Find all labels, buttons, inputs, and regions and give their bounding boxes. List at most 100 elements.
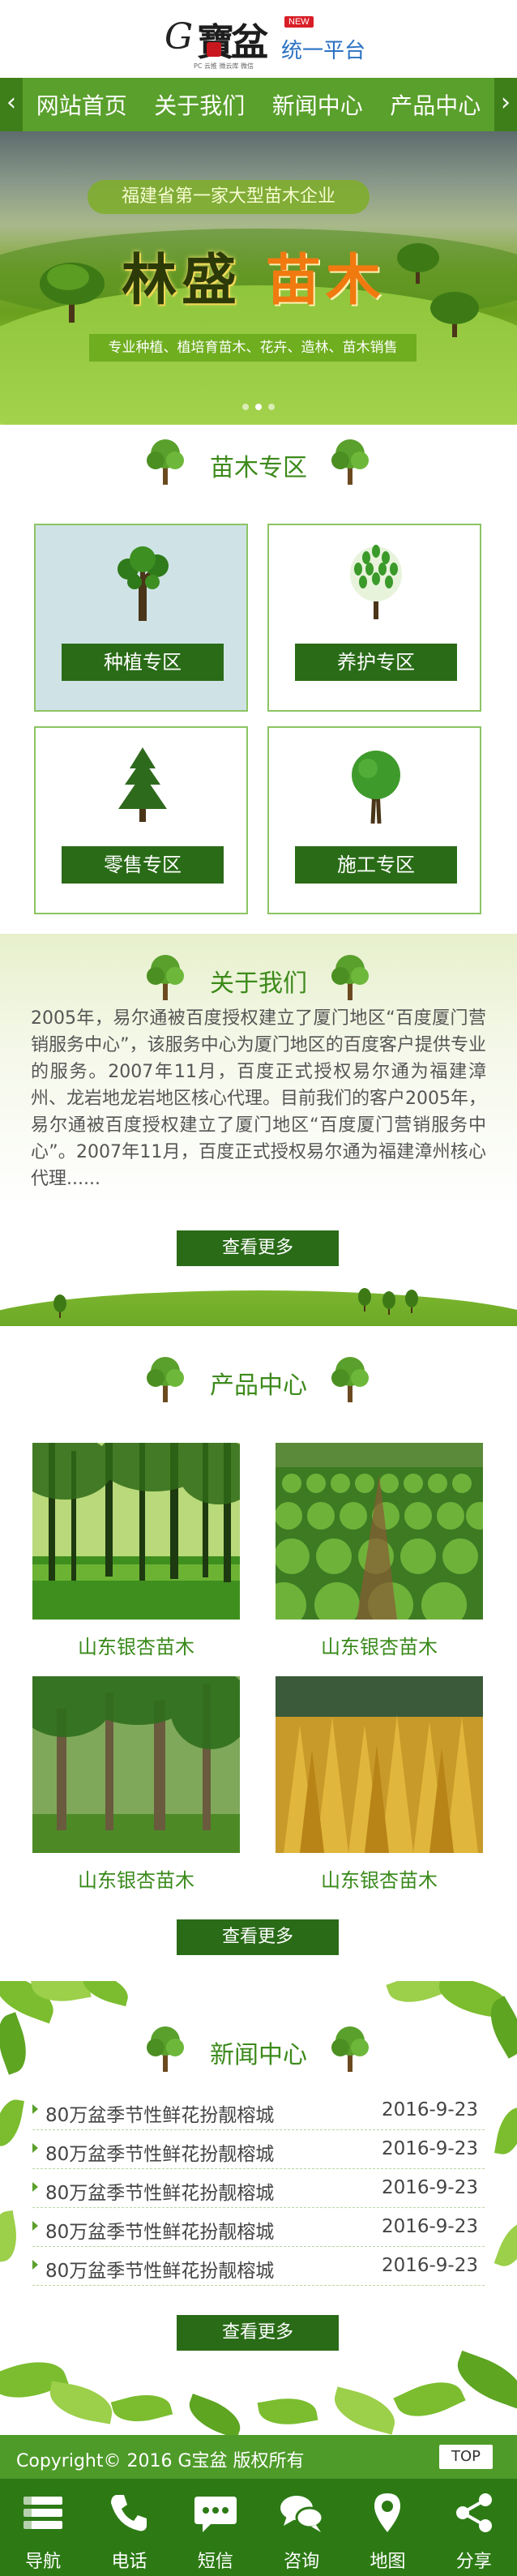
product-name[interactable]: 山东银杏苗木 (276, 1864, 483, 1893)
news-item-date: 2016-9-23 (381, 2138, 478, 2159)
bullet-arrow-icon (32, 2143, 38, 2153)
logo-chinese: 寶盆 (197, 20, 268, 64)
small-tree-icon (358, 1288, 371, 1312)
about-more-button[interactable]: 查看更多 (177, 1230, 339, 1266)
bullet-arrow-icon (32, 2221, 38, 2231)
tab-map[interactable]: 地图 (344, 2479, 430, 2576)
deciduous-tree-icon (118, 546, 169, 621)
news-item-title[interactable]: 80万盆季节性鲜花扮靓榕城 (45, 2255, 274, 2283)
leafy-tree-icon (350, 545, 402, 619)
copyright-text: Copyright© 2016 G宝盆 版权所有 (16, 2451, 305, 2471)
carousel-dots (0, 404, 517, 410)
news-more-button[interactable]: 查看更多 (177, 2315, 339, 2351)
news-item-date: 2016-9-23 (381, 2177, 478, 2198)
news-item[interactable]: 80万盆季节性鲜花扮靓榕城 2016-9-23 (32, 2247, 485, 2286)
zone-button-maintenance[interactable]: 养护专区 (295, 644, 457, 681)
logo-tagline: PC 云推 微云库 微信 (194, 62, 254, 70)
product-name[interactable]: 山东银杏苗木 (32, 1864, 240, 1893)
product-image[interactable] (276, 1676, 483, 1853)
news-item-title[interactable]: 80万盆季节性鲜花扮靓榕城 (45, 2177, 274, 2205)
tab-sms[interactable]: 短信 (173, 2479, 258, 2576)
news-item-date: 2016-9-23 (381, 2216, 478, 2237)
carousel-dot[interactable] (242, 404, 249, 410)
zone-card-maintenance[interactable]: 养护专区 (267, 524, 481, 712)
news-item-title[interactable]: 80万盆季节性鲜花扮靓榕城 (45, 2138, 274, 2166)
news-title: 新闻中心 (210, 2041, 307, 2069)
zone-button-construction[interactable]: 施工专区 (295, 846, 457, 884)
zone-button-retail[interactable]: 零售专区 (62, 846, 224, 884)
carousel-dot-active[interactable] (255, 404, 262, 410)
nav-item-home[interactable]: 网站首页 (36, 88, 127, 121)
menu-icon (24, 2497, 63, 2529)
nav-next-arrow-icon[interactable]: › (494, 78, 517, 131)
zone-card-retail[interactable]: 零售专区 (34, 726, 248, 914)
banner-services: 专业种植、植培育苗木、花卉、造林、苗木销售 (89, 334, 417, 362)
banner-tree-icon (40, 263, 105, 323)
tab-label: 分享 (455, 2552, 492, 2572)
tab-label: 短信 (197, 2552, 233, 2572)
products-heading: 产品中心 (0, 1349, 517, 1414)
product-card[interactable]: 山东银杏苗木 (32, 1443, 240, 1662)
bullet-arrow-icon (32, 2182, 38, 2192)
news-item-date: 2016-9-23 (381, 2255, 478, 2276)
product-image[interactable] (32, 1676, 240, 1853)
product-image[interactable] (32, 1443, 240, 1620)
nav-item-about[interactable]: 关于我们 (154, 88, 245, 121)
phone-icon (111, 2495, 147, 2531)
tab-consult[interactable]: 咨询 (258, 2479, 344, 2576)
hero-banner[interactable]: 福建省第一家大型苗木企业 林盛 苗木 专业种植、植培育苗木、花卉、造林、苗木销售 (0, 131, 517, 425)
zone-card-construction[interactable]: 施工专区 (267, 726, 481, 914)
main-nav: ‹ 网站首页 关于我们 新闻中心 产品中心 › (0, 78, 517, 131)
product-card[interactable]: 山东银杏苗木 (32, 1676, 240, 1895)
bullet-arrow-icon (32, 2260, 38, 2270)
carousel-dot[interactable] (268, 404, 275, 410)
round-tree-icon (352, 751, 400, 824)
map-pin-icon (374, 2493, 401, 2532)
banner-title-part1: 林盛 (122, 249, 242, 313)
product-name[interactable]: 山东银杏苗木 (32, 1631, 240, 1659)
about-section: 关于我们 2005年，易尔通被百度授权建立了厦门地区“百度厦门营销服务中心”，该… (0, 934, 517, 1326)
heading-tree-icon (331, 439, 369, 485)
pine-tree-icon (118, 747, 167, 822)
nav-item-products[interactable]: 产品中心 (390, 88, 481, 121)
news-item[interactable]: 80万盆季节性鲜花扮靓榕城 2016-9-23 (32, 2169, 485, 2208)
nav-items: 网站首页 关于我们 新闻中心 产品中心 (23, 78, 494, 131)
products-title: 产品中心 (210, 1371, 307, 1400)
news-item[interactable]: 80万盆季节性鲜花扮靓榕城 2016-9-23 (32, 2130, 485, 2169)
zone-card-planting[interactable]: 种植专区 (34, 524, 248, 712)
about-title: 关于我们 (210, 969, 307, 998)
news-item[interactable]: 80万盆季节性鲜花扮靓榕城 2016-9-23 (32, 2091, 485, 2130)
zone-button-planting[interactable]: 种植专区 (62, 644, 224, 681)
news-item-date: 2016-9-23 (381, 2099, 478, 2120)
share-icon (455, 2493, 492, 2532)
product-name[interactable]: 山东银杏苗木 (276, 1631, 483, 1659)
news-item-title[interactable]: 80万盆季节性鲜花扮靓榕城 (45, 2216, 274, 2244)
nav-item-news[interactable]: 新闻中心 (272, 88, 363, 121)
back-to-top-button[interactable]: TOP (439, 2445, 493, 2469)
about-text: 2005年，易尔通被百度授权建立了厦门地区“百度厦门营销服务中心”，该服务中心为… (31, 1008, 486, 1189)
tab-navigation[interactable]: 导航 (0, 2479, 86, 2576)
tab-share[interactable]: 分享 (431, 2479, 517, 2576)
bullet-arrow-icon (32, 2104, 38, 2114)
sms-icon (194, 2497, 237, 2532)
banner-tagline: 福建省第一家大型苗木企业 (88, 180, 370, 214)
zones-heading: 苗木专区 (0, 431, 517, 496)
products-more-button[interactable]: 查看更多 (177, 1919, 339, 1955)
tab-label: 咨询 (284, 2552, 320, 2572)
new-badge: NEW (284, 16, 314, 28)
tab-phone[interactable]: 电话 (86, 2479, 172, 2576)
banner-tree-icon (397, 243, 439, 284)
product-image[interactable] (276, 1443, 483, 1620)
news-section: 新闻中心 80万盆季节性鲜花扮靓榕城 2016-9-23 80万盆季节性鲜花扮靓… (0, 1981, 517, 2435)
small-tree-icon (405, 1290, 418, 1313)
small-tree-icon (382, 1291, 395, 1315)
nav-prev-arrow-icon[interactable]: ‹ (0, 78, 23, 131)
product-card[interactable]: 山东银杏苗木 (276, 1676, 483, 1895)
logo-seal-icon (207, 42, 221, 57)
product-card[interactable]: 山东银杏苗木 (276, 1443, 483, 1662)
banner-title: 林盛 苗木 (122, 235, 386, 315)
news-item[interactable]: 80万盆季节性鲜花扮靓榕城 2016-9-23 (32, 2208, 485, 2247)
heading-tree-icon (331, 955, 369, 1000)
news-item-title[interactable]: 80万盆季节性鲜花扮靓榕城 (45, 2099, 274, 2127)
site-logo[interactable]: G 寶盆 PC 云推 微云库 微信 NEW 统一平台 (164, 11, 365, 70)
